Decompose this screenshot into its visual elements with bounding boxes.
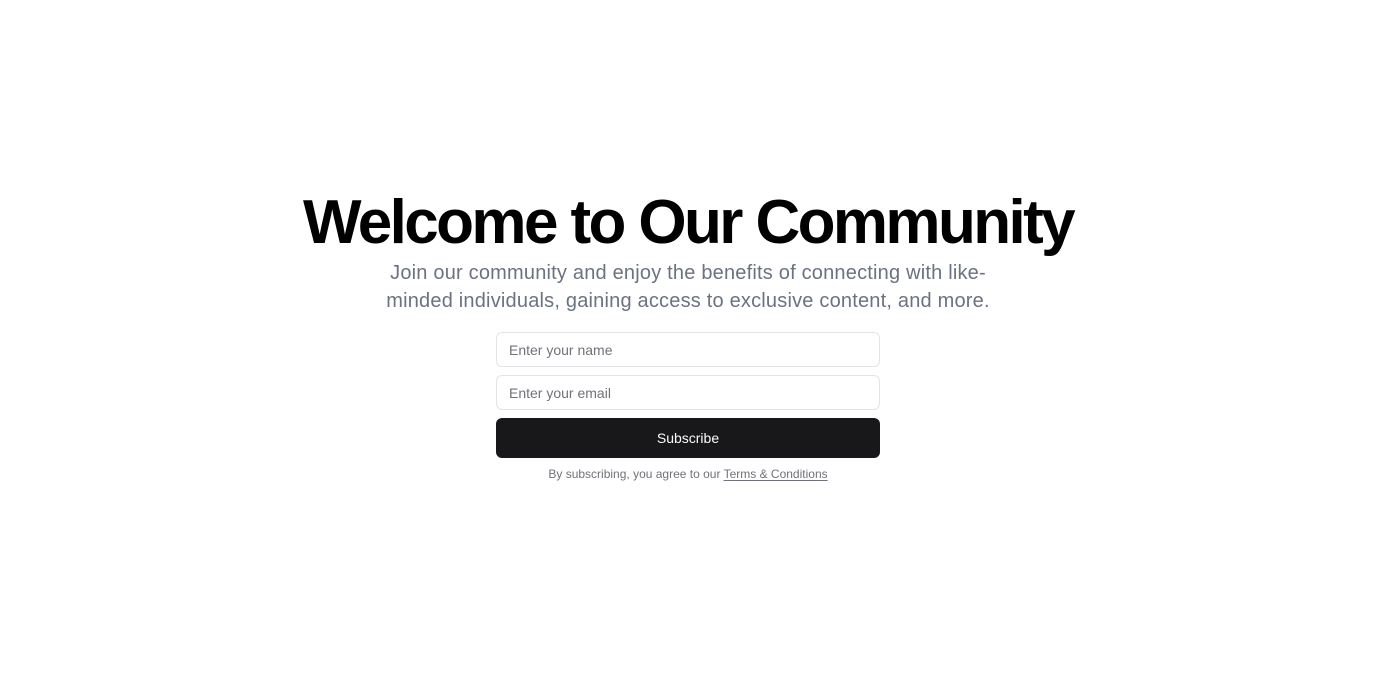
terms-prefix: By subscribing, you agree to our <box>548 467 724 481</box>
page-subtitle: Join our community and enjoy the benefit… <box>386 262 990 312</box>
subscribe-button[interactable]: Subscribe <box>496 418 880 458</box>
terms-notice: By subscribing, you agree to our Terms &… <box>496 466 880 482</box>
hero-section: Welcome to Our Community Join our commun… <box>0 188 1376 482</box>
page-title: Welcome to Our Community <box>302 188 1076 257</box>
subscribe-form: Subscribe By subscribing, you agree to o… <box>496 332 880 482</box>
terms-link[interactable]: Terms & Conditions <box>724 467 828 481</box>
name-input[interactable] <box>496 332 880 367</box>
email-input[interactable] <box>496 375 880 410</box>
page: Welcome to Our Community Join our commun… <box>0 0 1376 674</box>
